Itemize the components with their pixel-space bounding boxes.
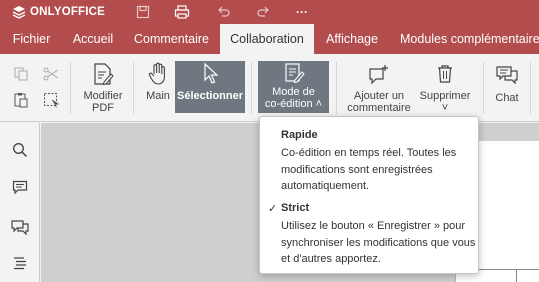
tab-modules[interactable]: Modules complémentaires [391, 24, 539, 54]
trash-icon [438, 65, 452, 83]
coedit-fast-title: Rapide [281, 129, 318, 141]
table-line [516, 269, 517, 282]
coedit-mode-label: Mode de co-édition ˄ [264, 86, 323, 110]
delete-label: Supprimer ˅ [419, 90, 471, 114]
undo-icon[interactable] [216, 4, 232, 20]
tab-commentaire[interactable]: Commentaire [123, 24, 220, 54]
onlyoffice-logo-icon [12, 6, 26, 19]
coedit-fast-description: Co-édition en temps réel. Toutes les mod… [281, 147, 457, 192]
select-button[interactable]: Sélectionner [175, 62, 245, 102]
print-icon[interactable] [174, 4, 190, 20]
chat-icon [496, 66, 518, 85]
checkmark-icon: ✓ [268, 203, 278, 215]
coedit-option-strict[interactable]: ✓ Strict Utilisez le bouton « Enregistre… [260, 197, 478, 271]
save-icon[interactable] [135, 4, 151, 20]
hand-label: Main [146, 90, 170, 102]
ribbon-separator [70, 62, 71, 114]
paste-icon[interactable] [12, 91, 30, 109]
left-sidebar [0, 123, 40, 282]
chat-button[interactable]: Chat [490, 64, 524, 104]
chat-panel-icon[interactable] [11, 218, 29, 236]
tab-bar: Fichier Accueil Commentaire Collaboratio… [0, 24, 539, 54]
search-icon[interactable] [11, 141, 29, 159]
add-comment-label: Ajouter un commentaire [347, 90, 411, 114]
cursor-icon [204, 62, 219, 84]
add-comment-icon [369, 65, 388, 85]
more-button[interactable]: ··· [294, 4, 310, 20]
app-logo: ONLYOFFICE [12, 5, 105, 19]
tab-fichier[interactable]: Fichier [0, 24, 63, 54]
tab-affichage[interactable]: Affichage [314, 24, 390, 54]
coedit-doc-icon [284, 63, 305, 84]
edit-pdf-label: Modifier PDF [83, 90, 123, 114]
coedit-option-fast[interactable]: Rapide Co-édition en temps réel. Toutes … [260, 123, 478, 195]
ribbon-separator [251, 62, 252, 114]
hand-button[interactable]: Main [141, 62, 175, 102]
ribbon-separator [133, 62, 134, 114]
cut-icon[interactable] [42, 65, 60, 83]
title-bar: ONLYOFFICE ··· [0, 0, 539, 24]
app-brand-name: ONLYOFFICE [30, 6, 106, 18]
tab-collaboration[interactable]: Collaboration [220, 24, 314, 54]
coedit-mode-button[interactable]: Mode de co-édition ˄ [258, 62, 329, 110]
redo-icon[interactable] [255, 4, 271, 20]
navigation-icon[interactable] [11, 254, 29, 272]
coedit-strict-title: Strict [281, 202, 310, 214]
select-all-icon[interactable] [42, 91, 60, 109]
chat-label: Chat [495, 92, 519, 104]
coedit-mode-menu: Rapide Co-édition en temps réel. Toutes … [259, 116, 479, 274]
ribbon-separator [530, 62, 531, 114]
edit-pdf-icon [94, 63, 114, 86]
comments-icon[interactable] [11, 178, 29, 196]
ribbon-separator [483, 62, 484, 114]
tab-accueil[interactable]: Accueil [63, 24, 123, 54]
edit-pdf-button[interactable]: Modifier PDF [79, 62, 127, 114]
delete-button[interactable]: Supprimer ˅ [416, 64, 474, 114]
hand-icon [148, 62, 165, 85]
select-label: Sélectionner [176, 90, 244, 102]
copy-icon[interactable] [12, 65, 30, 83]
coedit-strict-description: Utilisez le bouton « Enregistrer » pour … [281, 220, 476, 265]
add-comment-button[interactable]: Ajouter un commentaire [343, 64, 415, 114]
ribbon-toolbar: Modifier PDF Main Sélectionner Mode de c… [0, 54, 539, 122]
ribbon-separator [336, 62, 337, 114]
